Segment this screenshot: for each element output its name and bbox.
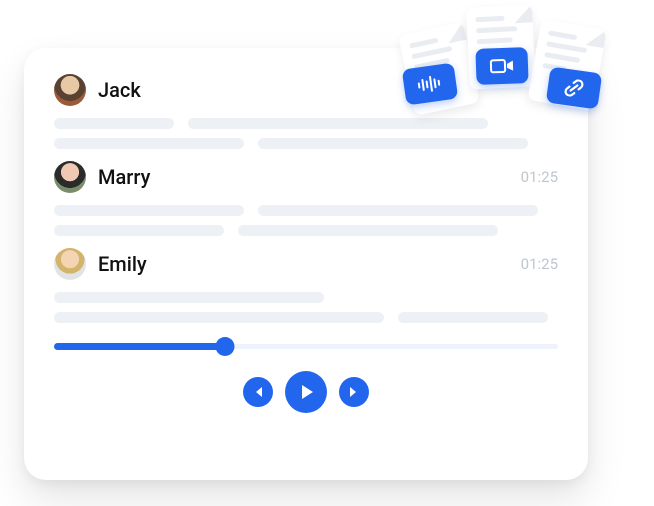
transcript-lines [54,118,558,149]
skip-back-icon [251,385,265,399]
text-placeholder [54,225,224,236]
progress-thumb[interactable] [216,337,235,356]
transcript-lines [54,292,558,323]
text-placeholder [54,205,244,216]
speaker-name: Marry [98,165,150,189]
text-placeholder [398,312,548,323]
entry-header: Emily 01:25 [54,248,558,280]
transcript-entry: Jack [54,74,558,149]
avatar [54,161,86,193]
progress-fill [54,343,225,350]
transcript-entry: Marry 01:25 [54,161,558,236]
player-controls [54,371,558,413]
text-placeholder [188,118,488,129]
text-placeholder [258,138,528,149]
entry-header: Jack [54,74,558,106]
text-placeholder [258,205,538,216]
play-button[interactable] [285,371,327,413]
prev-button[interactable] [243,377,273,407]
speaker-name: Jack [98,78,141,102]
transcript-lines [54,205,558,236]
transcript-entry: Emily 01:25 [54,248,558,323]
play-icon [297,383,315,401]
text-placeholder [54,138,244,149]
speaker-name: Emily [98,252,147,276]
timestamp: 01:25 [521,168,558,186]
timestamp: 01:25 [521,255,558,273]
avatar [54,248,86,280]
text-placeholder [238,225,498,236]
text-placeholder [54,292,324,303]
skip-forward-icon [347,385,361,399]
avatar [54,74,86,106]
transcript-card: Jack Marry 01:25 Emily 01:25 [24,48,588,480]
text-placeholder [54,312,384,323]
progress-bar[interactable] [54,337,558,355]
text-placeholder [54,118,174,129]
entry-header: Marry 01:25 [54,161,558,193]
next-button[interactable] [339,377,369,407]
